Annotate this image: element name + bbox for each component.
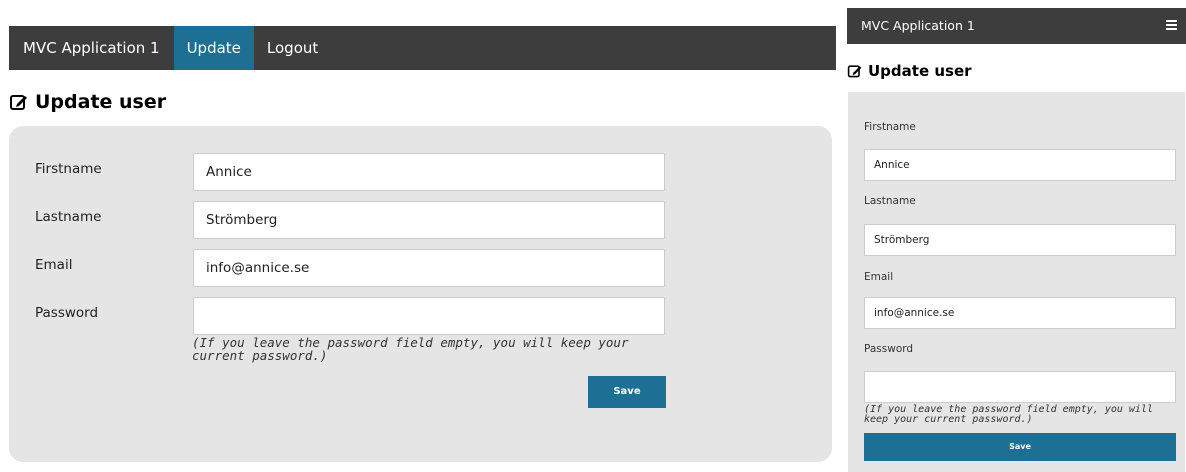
mobile-page-title: Update user [847, 62, 972, 80]
mobile-view: MVC Application 1 Update user Firstname … [847, 0, 1186, 472]
mobile-navbar: MVC Application 1 [847, 8, 1186, 44]
mobile-password-input[interactable] [864, 371, 1176, 403]
nav-brand-link[interactable]: MVC Application 1 [9, 26, 174, 70]
mobile-password-label: Password [864, 343, 914, 355]
edit-icon [10, 95, 27, 110]
save-button[interactable]: Save [588, 376, 666, 408]
firstname-label: Firstname [35, 161, 102, 177]
update-form-panel: Firstname Annice Lastname Strömberg Emai… [9, 126, 832, 462]
desktop-view: MVC Application 1 Update Logout Update u… [0, 0, 840, 472]
email-label: Email [35, 257, 73, 273]
page-title: Update user [9, 91, 166, 113]
mobile-lastname-input[interactable]: Strömberg [864, 224, 1176, 256]
mobile-page-title-text: Update user [868, 62, 972, 80]
edit-icon [847, 65, 862, 78]
mobile-update-form-panel: Firstname Annice Lastname Strömberg Emai… [848, 92, 1185, 472]
email-input[interactable]: info@annice.se [193, 249, 665, 287]
nav-logout-link[interactable]: Logout [254, 26, 331, 70]
mobile-lastname-label: Lastname [864, 195, 916, 207]
nav-update-link[interactable]: Update [173, 26, 254, 70]
mobile-email-input[interactable]: info@annice.se [864, 297, 1176, 329]
password-label: Password [35, 305, 99, 321]
mobile-email-label: Email [864, 271, 894, 283]
mobile-firstname-input[interactable]: Annice [864, 149, 1176, 181]
top-navbar: MVC Application 1 Update Logout [9, 26, 836, 70]
page-title-text: Update user [35, 91, 167, 113]
lastname-label: Lastname [35, 209, 102, 225]
mobile-brand-link[interactable]: MVC Application 1 [861, 8, 975, 44]
lastname-input[interactable]: Strömberg [193, 201, 665, 239]
mobile-save-button[interactable]: Save [864, 433, 1176, 461]
password-hint: (If you leave the password field empty, … [192, 335, 629, 363]
firstname-input[interactable]: Annice [193, 153, 665, 191]
mobile-firstname-label: Firstname [864, 121, 916, 133]
mobile-password-hint: (If you leave the password field empty, … [864, 404, 1153, 425]
hamburger-menu-icon[interactable] [1166, 20, 1177, 30]
password-input[interactable] [193, 297, 665, 335]
